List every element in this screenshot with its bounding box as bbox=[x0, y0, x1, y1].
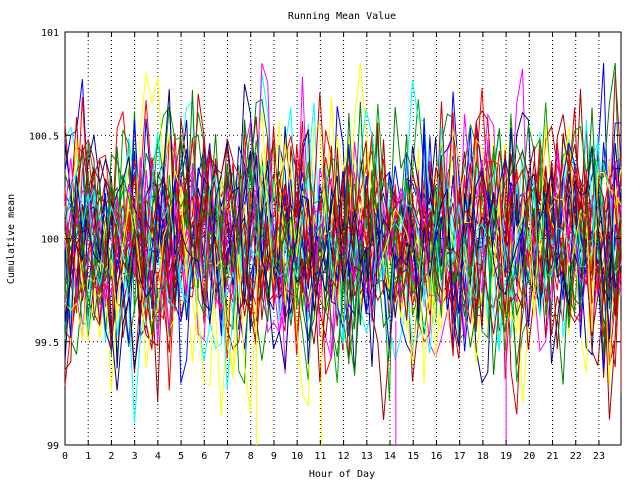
chart: Running Mean Value Cumulative mean Hour … bbox=[0, 0, 640, 480]
y-tick-label: 99.5 bbox=[35, 338, 59, 349]
x-tick-label: 13 bbox=[361, 451, 373, 462]
xlabel-group: Hour of Day bbox=[309, 469, 375, 480]
title-group: Running Mean Value bbox=[288, 11, 396, 22]
x-tick-label: 9 bbox=[271, 451, 277, 462]
x-tick-label: 10 bbox=[291, 451, 303, 462]
x-tick-label: 23 bbox=[593, 451, 605, 462]
x-tick-label: 15 bbox=[407, 451, 419, 462]
chart-title: Running Mean Value bbox=[288, 11, 396, 22]
x-tick-label: 16 bbox=[430, 451, 442, 462]
x-tick-label: 4 bbox=[155, 451, 161, 462]
x-tick-label: 3 bbox=[132, 451, 138, 462]
x-tick-label: 5 bbox=[178, 451, 184, 462]
x-tick-label: 14 bbox=[384, 451, 396, 462]
x-tick-label: 21 bbox=[546, 451, 558, 462]
x-tick-label: 12 bbox=[338, 451, 350, 462]
y-tick-label: 99 bbox=[47, 441, 59, 452]
x-tick-label: 22 bbox=[570, 451, 582, 462]
y-axis-label: Cumulative mean bbox=[6, 194, 17, 284]
chart-svg: Running Mean Value Cumulative mean Hour … bbox=[6, 11, 622, 480]
x-tick-label: 18 bbox=[477, 451, 489, 462]
y-tick-label: 100 bbox=[41, 235, 59, 246]
y-tick-label: 100.5 bbox=[29, 131, 59, 142]
x-tick-label: 17 bbox=[454, 451, 466, 462]
ylabel-group: Cumulative mean bbox=[6, 194, 17, 284]
x-tick-label: 19 bbox=[500, 451, 512, 462]
series-layer bbox=[64, 62, 622, 445]
x-tick-label: 1 bbox=[85, 451, 91, 462]
x-tick-label: 8 bbox=[248, 451, 254, 462]
x-tick-label: 11 bbox=[314, 451, 326, 462]
x-tick-label: 7 bbox=[224, 451, 230, 462]
y-tick-label: 101 bbox=[41, 28, 59, 39]
x-tick-label: 0 bbox=[62, 451, 68, 462]
x-tick-label: 6 bbox=[201, 451, 207, 462]
x-tick-label: 2 bbox=[108, 451, 114, 462]
x-axis-label: Hour of Day bbox=[309, 469, 375, 480]
x-tick-label: 20 bbox=[523, 451, 535, 462]
